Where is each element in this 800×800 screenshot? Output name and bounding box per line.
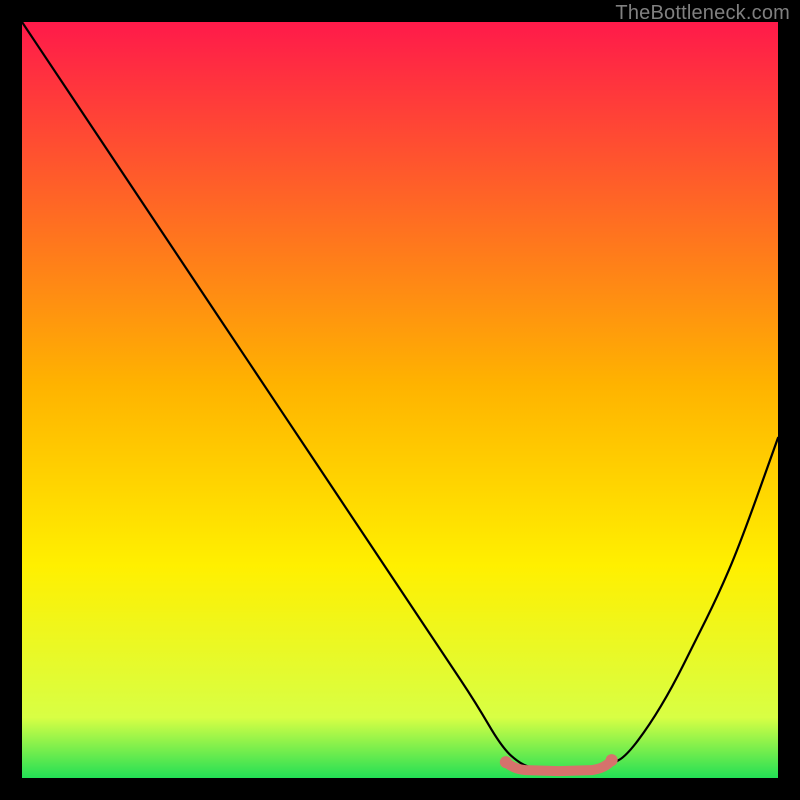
plot-area bbox=[22, 22, 778, 778]
valley-dot-left bbox=[500, 756, 512, 768]
chart-stage: TheBottleneck.com bbox=[0, 0, 800, 800]
bottleneck-curve bbox=[22, 22, 778, 770]
watermark-text: TheBottleneck.com bbox=[615, 2, 790, 25]
valley-marker bbox=[506, 760, 612, 771]
valley-dot-right bbox=[606, 754, 618, 766]
curve-overlay bbox=[22, 22, 778, 778]
